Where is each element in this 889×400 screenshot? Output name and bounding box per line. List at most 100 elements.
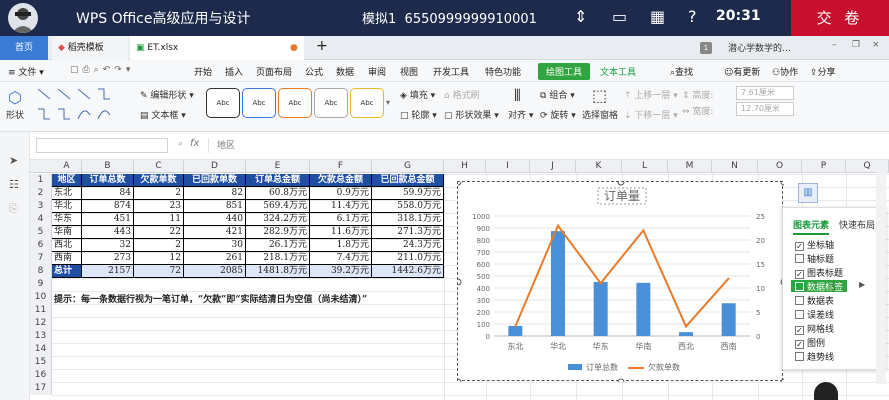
table-cell[interactable]: 华南 [52, 226, 82, 239]
row-header-13[interactable]: 13 [30, 330, 52, 343]
window-icon[interactable]: ▭ [612, 7, 627, 26]
tab-chart-elements[interactable]: 图表元素 [793, 218, 830, 235]
align-button[interactable]: 对齐 ▾ [508, 108, 533, 121]
row-header-7[interactable]: 7 [30, 252, 52, 265]
table-cell[interactable]: 271.3万元 [372, 226, 444, 239]
table-cell[interactable]: 11.6万元 [310, 226, 372, 239]
chart-element-option[interactable]: ✓ 坐标轴 [795, 238, 834, 251]
table-cell[interactable]: 2 [134, 239, 184, 252]
settings-icon[interactable]: ☷ [9, 178, 19, 191]
shape-style-4[interactable]: Abc [314, 88, 348, 118]
clip-icon[interactable]: ⎘ [9, 202, 18, 216]
collapse-icon[interactable]: ⇕ [574, 7, 587, 26]
menu-text-tools[interactable]: 文本工具 [600, 65, 636, 78]
column-header-D[interactable]: D [184, 160, 246, 173]
checkbox[interactable] [795, 310, 804, 319]
table-cell[interactable]: 地区 [52, 174, 82, 187]
select-pane-icon[interactable]: ⬚ [592, 86, 607, 105]
table-cell[interactable]: 30 [184, 239, 246, 252]
table-cell[interactable]: 72 [134, 265, 184, 278]
chart-element-option[interactable]: 误差线 [795, 308, 834, 321]
group-button[interactable]: ⧉ 组合 ▾ [540, 88, 575, 101]
checkbox[interactable]: ✓ [795, 242, 804, 251]
row-header-9[interactable]: 9 [30, 278, 52, 291]
table-cell[interactable]: 欠款单数 [134, 174, 184, 187]
fill-button[interactable]: ◈ 填充 ▾ [400, 88, 435, 101]
row-header-12[interactable]: 12 [30, 317, 52, 330]
height-input[interactable]: 7.61厘米 [736, 86, 794, 100]
column-header-N[interactable]: N [712, 160, 758, 173]
menu-view[interactable]: 视图 [400, 65, 418, 78]
table-cell[interactable]: 851 [184, 200, 246, 213]
checkbox[interactable] [795, 254, 804, 263]
shape-effect-button[interactable]: ▢ 形状效果 ▾ [444, 108, 499, 121]
checkbox[interactable]: ✓ [795, 326, 804, 335]
table-cell[interactable]: 451 [82, 213, 134, 226]
tab-file[interactable]: ▣ ET.xlsx ● [130, 36, 304, 60]
row-header-5[interactable]: 5 [30, 226, 52, 239]
tab-quick-layout[interactable]: 快速布局 [839, 218, 875, 231]
shape-style-3[interactable]: Abc [278, 88, 312, 118]
table-cell[interactable]: 华东 [52, 213, 82, 226]
table-cell[interactable]: 324.2万元 [246, 213, 310, 226]
grid-icon[interactable]: ▦ [650, 7, 665, 26]
menu-update[interactable]: ☺有更新 [724, 65, 760, 78]
menu-collab[interactable]: ⚇协作 [772, 65, 798, 78]
table-cell[interactable]: 82 [184, 187, 246, 200]
menu-page-layout[interactable]: 页面布局 [256, 65, 292, 78]
column-header-A[interactable]: A [52, 160, 82, 173]
menu-data[interactable]: 数据 [336, 65, 354, 78]
rotate-button[interactable]: ⟳ 旋转 ▾ [540, 108, 576, 121]
floating-avatar[interactable] [814, 382, 838, 400]
table-cell[interactable]: 总计 [52, 265, 82, 278]
checkbox[interactable] [795, 296, 804, 305]
row-header-10[interactable]: 10 [30, 291, 52, 304]
menu-formula[interactable]: 公式 [305, 65, 323, 78]
menu-search[interactable]: ⌕查找 [670, 65, 693, 78]
table-cell[interactable]: 60.8万元 [246, 187, 310, 200]
menu-insert[interactable]: 插入 [225, 65, 243, 78]
table-cell[interactable]: 23 [134, 200, 184, 213]
row-header-15[interactable]: 15 [30, 356, 52, 369]
table-cell[interactable]: 11.4万元 [310, 200, 372, 213]
chart-element-option[interactable]: 数据表 [795, 294, 834, 307]
notification-badge[interactable]: 1 [700, 42, 712, 54]
table-cell[interactable]: 569.4万元 [246, 200, 310, 213]
table-cell[interactable]: 2157 [82, 265, 134, 278]
tab-template[interactable]: ◆ 稻壳模板 [52, 36, 128, 60]
menu-share[interactable]: ⇪分享 [810, 65, 836, 78]
column-header-F[interactable]: F [310, 160, 372, 173]
table-cell[interactable]: 6.1万元 [310, 213, 372, 226]
table-cell[interactable]: 2 [134, 187, 184, 200]
close-window-button[interactable]: × [872, 40, 880, 50]
table-cell[interactable]: 12 [134, 252, 184, 265]
shape-style-2[interactable]: Abc [242, 88, 276, 118]
table-cell[interactable]: 443 [82, 226, 134, 239]
tab-home[interactable]: 首页 [0, 36, 48, 60]
column-header-I[interactable]: I [486, 160, 530, 173]
table-cell[interactable]: 已回款单数 [184, 174, 246, 187]
table-cell[interactable]: 59.9万元 [372, 187, 444, 200]
row-header-6[interactable]: 6 [30, 239, 52, 252]
table-cell[interactable]: 22 [134, 226, 184, 239]
row-header-4[interactable]: 4 [30, 213, 52, 226]
column-header-G[interactable]: G [372, 160, 444, 173]
table-cell[interactable]: 440 [184, 213, 246, 226]
column-header-L[interactable]: L [622, 160, 668, 173]
quick-access-icons[interactable]: ▢⎙⌕↶↷▾ [70, 65, 134, 75]
shape-style-5[interactable]: Abc [350, 88, 384, 118]
user-name[interactable]: 潜心学数学的… [728, 41, 791, 54]
pointer-icon[interactable]: ➤ [9, 154, 18, 167]
line-shapes-gallery[interactable] [36, 87, 126, 125]
outline-button[interactable]: □ 轮廓 ▾ [400, 108, 437, 121]
column-header-C[interactable]: C [134, 160, 184, 173]
row-header-14[interactable]: 14 [30, 343, 52, 356]
align-icon[interactable]: ⫴ [514, 86, 521, 106]
column-header-E[interactable]: E [246, 160, 310, 173]
select-all-corner[interactable] [30, 160, 52, 173]
new-tab-button[interactable]: + [316, 38, 328, 54]
chart-element-option[interactable]: ✓ 网格线 [795, 322, 834, 335]
table-cell[interactable]: 84 [82, 187, 134, 200]
table-cell[interactable]: 华北 [52, 200, 82, 213]
shape-button[interactable]: 形状 [6, 108, 24, 121]
